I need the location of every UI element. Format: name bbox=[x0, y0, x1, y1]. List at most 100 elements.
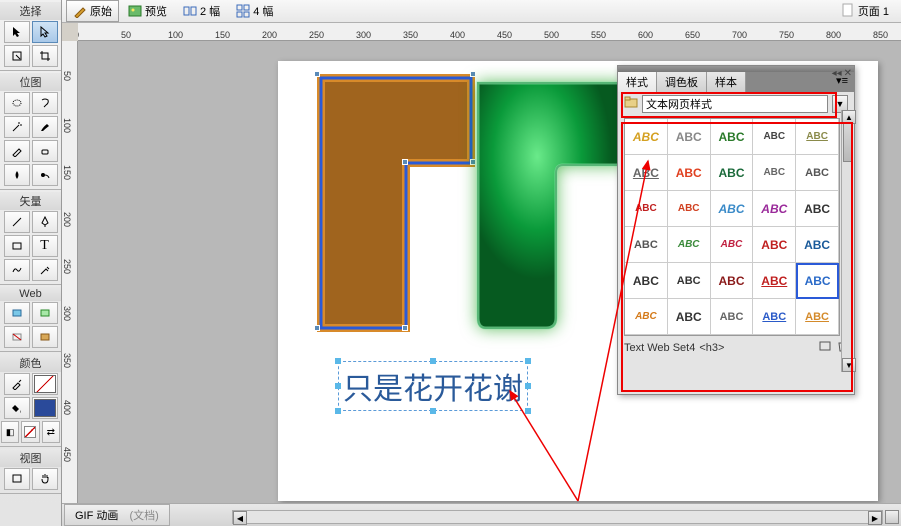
selection-handle[interactable] bbox=[314, 325, 320, 331]
style-category-input[interactable] bbox=[642, 95, 828, 113]
horizontal-scrollbar[interactable]: ◀ ▶ bbox=[232, 510, 883, 524]
page-tab[interactable]: 页面 1 bbox=[834, 1, 897, 22]
text-handle[interactable] bbox=[430, 408, 436, 414]
view-preview-button[interactable]: 预览 bbox=[121, 0, 174, 22]
style-swatch[interactable]: ABC bbox=[625, 119, 668, 155]
panel-titlebar[interactable]: ◂◂ ✕ bbox=[618, 66, 854, 72]
marquee-tool[interactable] bbox=[4, 92, 30, 114]
selection-handle[interactable] bbox=[402, 159, 408, 165]
pointer-tool[interactable] bbox=[4, 21, 30, 43]
style-swatch[interactable]: ABC bbox=[711, 119, 754, 155]
style-swatch[interactable]: ABC bbox=[753, 263, 796, 299]
style-swatch[interactable]: ABC bbox=[796, 119, 839, 155]
style-swatch[interactable]: ABC bbox=[753, 191, 796, 227]
vector-shape-green[interactable] bbox=[468, 73, 628, 333]
new-style-icon[interactable] bbox=[818, 340, 832, 355]
style-swatch[interactable]: ABC bbox=[711, 227, 754, 263]
style-swatch[interactable]: ABC bbox=[668, 227, 711, 263]
scroll-right-button[interactable]: ▶ bbox=[868, 511, 882, 525]
style-swatch[interactable]: ABC bbox=[668, 263, 711, 299]
eraser-tool[interactable] bbox=[32, 140, 58, 162]
selection-handle[interactable] bbox=[402, 325, 408, 331]
text-handle[interactable] bbox=[335, 408, 341, 414]
hotspot-tool[interactable] bbox=[4, 302, 30, 324]
style-swatch[interactable]: ABC bbox=[668, 119, 711, 155]
vector-shape-brown[interactable] bbox=[316, 73, 476, 333]
text-handle[interactable] bbox=[335, 383, 341, 389]
style-swatch[interactable]: ABC bbox=[796, 263, 839, 299]
style-swatch[interactable]: ABC bbox=[668, 155, 711, 191]
scale-tool[interactable] bbox=[4, 45, 30, 67]
panel-collapse-icon[interactable]: ◂◂ bbox=[832, 68, 842, 79]
scroll-down-button[interactable]: ▼ bbox=[842, 358, 856, 372]
ruler-tick: 850 bbox=[873, 30, 888, 40]
crop-tool[interactable] bbox=[32, 45, 58, 67]
style-swatch[interactable]: ABC bbox=[753, 155, 796, 191]
text-handle[interactable] bbox=[335, 358, 341, 364]
brush-tool[interactable] bbox=[32, 116, 58, 138]
top-toolbar: 原始 预览 2 幅 4 幅 页面 1 bbox=[62, 0, 901, 23]
lasso-tool[interactable] bbox=[32, 92, 58, 114]
selection-handle[interactable] bbox=[314, 71, 320, 77]
status-tab-gif[interactable]: GIF 动画 (文档) bbox=[64, 504, 170, 526]
view-2up-button[interactable]: 2 幅 bbox=[176, 0, 227, 22]
blur-tool[interactable] bbox=[4, 164, 30, 186]
bucket-tool[interactable] bbox=[4, 397, 30, 419]
rect-tool[interactable] bbox=[4, 235, 30, 257]
text-handle[interactable] bbox=[525, 383, 531, 389]
style-swatch[interactable]: ABC bbox=[668, 191, 711, 227]
style-swatch[interactable]: ABC bbox=[625, 155, 668, 191]
default-colors[interactable]: ◧ bbox=[1, 421, 19, 443]
style-swatch[interactable]: ABC bbox=[711, 191, 754, 227]
text-tool[interactable]: T bbox=[32, 235, 58, 257]
tab-samples[interactable]: 样本 bbox=[707, 72, 746, 92]
stroke-color[interactable] bbox=[32, 373, 58, 395]
style-swatch[interactable]: ABC bbox=[625, 299, 668, 335]
style-swatch[interactable]: ABC bbox=[796, 155, 839, 191]
style-swatch[interactable]: ABC bbox=[711, 299, 754, 335]
style-swatch[interactable]: ABC bbox=[711, 263, 754, 299]
tab-styles[interactable]: 样式 bbox=[618, 72, 657, 92]
scroll-thumb[interactable] bbox=[843, 122, 852, 162]
freeform-tool[interactable] bbox=[4, 259, 30, 281]
text-handle[interactable] bbox=[430, 358, 436, 364]
wand-tool[interactable] bbox=[4, 116, 30, 138]
slice-tool[interactable] bbox=[32, 302, 58, 324]
hand-tool[interactable] bbox=[32, 468, 58, 490]
style-swatch[interactable]: ABC bbox=[753, 119, 796, 155]
style-swatch[interactable]: ABC bbox=[796, 191, 839, 227]
canvas-area[interactable]: 只是花开花谢 ◂◂ ✕ 样式 调色板 样本 ▾≡ ▼ bbox=[78, 41, 901, 503]
tab-swatches[interactable]: 调色板 bbox=[657, 72, 707, 92]
smudge-tool[interactable] bbox=[32, 164, 58, 186]
style-swatch[interactable]: ABC bbox=[753, 227, 796, 263]
scroll-left-button[interactable]: ◀ bbox=[233, 511, 247, 525]
pen-tool[interactable] bbox=[32, 211, 58, 233]
line-tool[interactable] bbox=[4, 211, 30, 233]
screen-mode[interactable] bbox=[4, 468, 30, 490]
view-4up-button[interactable]: 4 幅 bbox=[229, 0, 280, 22]
style-swatch[interactable]: ABC bbox=[625, 191, 668, 227]
style-swatch[interactable]: ABC bbox=[711, 155, 754, 191]
subselect-tool[interactable] bbox=[32, 21, 58, 43]
style-swatch[interactable]: ABC bbox=[796, 299, 839, 335]
style-swatch[interactable]: ABC bbox=[668, 299, 711, 335]
panel-scrollbar[interactable]: ▲ ▼ bbox=[841, 110, 853, 372]
text-object[interactable]: 只是花开花谢 bbox=[338, 361, 528, 411]
panel-close-icon[interactable]: ✕ bbox=[844, 68, 852, 79]
swap-colors[interactable]: ⇄ bbox=[42, 421, 60, 443]
show-slice-tool[interactable] bbox=[32, 326, 58, 348]
no-color[interactable] bbox=[21, 421, 39, 443]
eyedropper-tool[interactable] bbox=[4, 373, 30, 395]
pencil-tool[interactable] bbox=[4, 140, 30, 162]
style-swatch[interactable]: ABC bbox=[796, 227, 839, 263]
view-original-button[interactable]: 原始 bbox=[66, 0, 119, 22]
fill-color[interactable] bbox=[32, 397, 58, 419]
knife-tool[interactable] bbox=[32, 259, 58, 281]
ruler-tick: 500 bbox=[544, 30, 559, 40]
text-handle[interactable] bbox=[525, 358, 531, 364]
style-swatch[interactable]: ABC bbox=[625, 263, 668, 299]
style-swatch[interactable]: ABC bbox=[625, 227, 668, 263]
style-swatch[interactable]: ABC bbox=[753, 299, 796, 335]
text-handle[interactable] bbox=[525, 408, 531, 414]
hide-slice-tool[interactable] bbox=[4, 326, 30, 348]
